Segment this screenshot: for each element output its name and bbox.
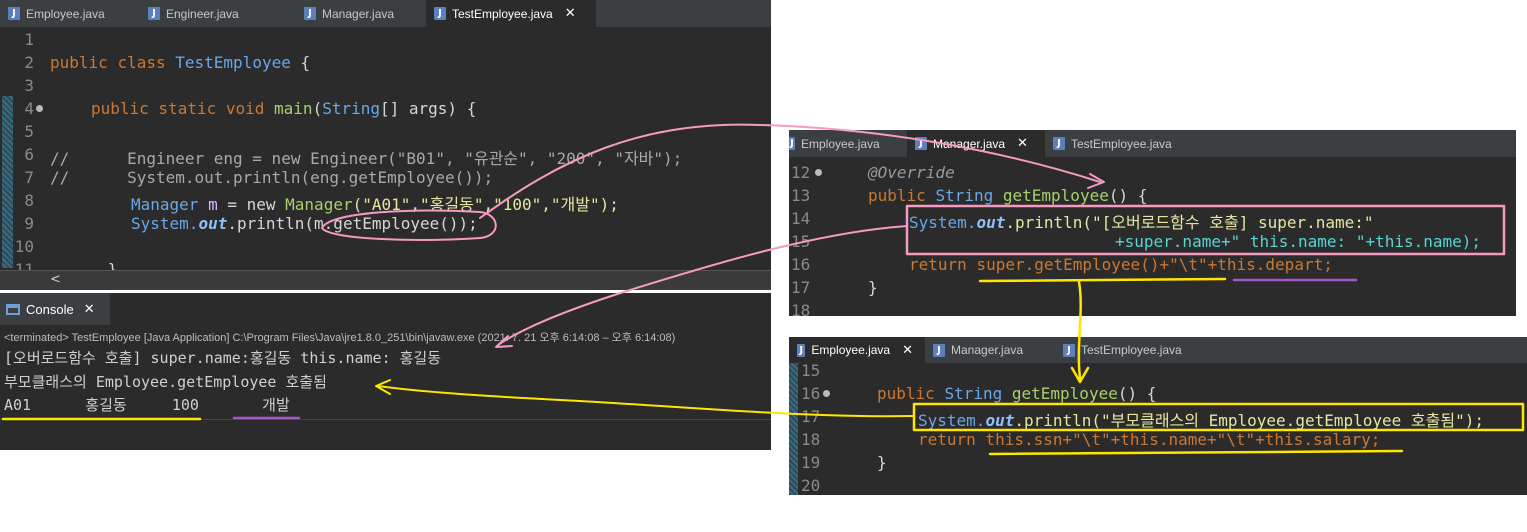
- line-number: 17: [801, 407, 821, 426]
- java-file-icon: J: [148, 7, 160, 20]
- line-number: 1: [24, 30, 34, 49]
- fold-marker-icon[interactable]: [815, 169, 822, 176]
- line-number: 4: [24, 99, 34, 118]
- close-tab-icon[interactable]: ✕: [1017, 136, 1028, 151]
- tab-engineer-java[interactable]: J Engineer.java: [140, 0, 272, 27]
- class-name: TestEmployee: [175, 53, 291, 72]
- line-number: 15: [801, 361, 821, 380]
- line-number: 16: [791, 255, 811, 274]
- line-number: 8: [24, 191, 34, 210]
- tab-label: Manager.java: [951, 343, 1024, 357]
- tab-label: TestEmployee.java: [1071, 136, 1172, 151]
- console-icon: [6, 303, 20, 315]
- java-file-icon: J: [8, 7, 20, 20]
- console-output-line: A01 홍길동 100 개발: [4, 396, 290, 414]
- manager-editor-tabbar: J Employee.java J Manager.java ✕ J TestE…: [789, 130, 1516, 157]
- tab-testemployee-java[interactable]: J TestEmployee.java ✕: [426, 0, 596, 27]
- line-number: 5: [24, 122, 34, 141]
- java-file-icon: J: [915, 137, 927, 150]
- tab-testemployee-java[interactable]: J TestEmployee.java: [1055, 337, 1205, 363]
- employee-editor-panel: J Employee.java ✕ J Manager.java J TestE…: [789, 337, 1527, 495]
- tab-manager-java[interactable]: J Manager.java: [272, 0, 426, 27]
- tab-employee-java[interactable]: J Employee.java: [0, 0, 140, 27]
- comment-line: // Engineer eng = new Engineer("B01", "유…: [50, 149, 683, 168]
- line-number: 12: [791, 163, 811, 182]
- line-number: 3: [24, 76, 34, 95]
- line-number: 18: [801, 430, 821, 449]
- employee-editor-tabbar: J Employee.java ✕ J Manager.java J TestE…: [789, 337, 1527, 363]
- tab-label: TestEmployee.java: [452, 6, 553, 21]
- console-tab[interactable]: Console ✕: [0, 293, 110, 325]
- main-editor-tabbar: J Employee.java J Engineer.java J Manage…: [0, 0, 771, 27]
- tab-label: Manager.java: [933, 136, 1006, 151]
- console-output-line: [오버로드함수 호출] super.name:홍길동 this.name: 홍길…: [4, 349, 442, 367]
- line-number: 19: [801, 453, 821, 472]
- console-divider: [0, 419, 771, 420]
- tab-employee-java[interactable]: J Employee.java: [789, 130, 907, 157]
- console-output-line: 부모클래스의 Employee.getEmployee 호출됨: [4, 373, 327, 391]
- fold-marker-icon[interactable]: [823, 390, 830, 397]
- console-tab-label: Console: [26, 301, 74, 317]
- java-file-icon: J: [304, 7, 316, 20]
- java-file-icon: J: [933, 343, 945, 357]
- line-number: 7: [24, 168, 34, 187]
- java-file-icon: J: [434, 7, 446, 20]
- line-number: 13: [791, 186, 811, 205]
- console-panel: Console ✕ <terminated> TestEmployee [Jav…: [0, 293, 771, 450]
- change-marker-strip: [789, 363, 798, 495]
- annotation-override: @Override: [868, 163, 955, 182]
- tab-label: Employee.java: [811, 343, 891, 357]
- tab-employee-java[interactable]: J Employee.java ✕: [789, 337, 925, 363]
- scroll-left-arrow-icon[interactable]: <: [50, 272, 61, 287]
- line-number: 14: [791, 209, 811, 228]
- line-number: 20: [801, 476, 821, 495]
- line-number: 10: [14, 237, 34, 256]
- tab-label: Employee.java: [26, 6, 105, 21]
- line-number: 18: [791, 301, 811, 316]
- tab-label: TestEmployee.java: [1081, 343, 1182, 357]
- line-number: 17: [791, 278, 811, 297]
- comment-line: // System.out.println(eng.getEmployee())…: [50, 168, 494, 187]
- java-file-icon: J: [1053, 137, 1065, 150]
- tab-manager-java[interactable]: J Manager.java: [925, 337, 1055, 363]
- manager-editor-panel: J Employee.java J Manager.java ✕ J TestE…: [789, 130, 1516, 316]
- line-number: 15: [791, 232, 811, 251]
- tab-label: Engineer.java: [166, 6, 239, 21]
- close-console-icon[interactable]: ✕: [84, 302, 95, 317]
- main-editor-panel: J Employee.java J Engineer.java J Manage…: [0, 0, 771, 290]
- tab-label: Manager.java: [322, 6, 395, 21]
- line-number: 9: [24, 214, 34, 233]
- java-file-icon: J: [1063, 343, 1075, 357]
- java-file-icon: J: [797, 343, 806, 357]
- console-status-line: <terminated> TestEmployee [Java Applicat…: [4, 332, 676, 344]
- tab-testemployee-java[interactable]: J TestEmployee.java: [1045, 130, 1205, 157]
- close-tab-icon[interactable]: ✕: [565, 6, 576, 21]
- close-tab-icon[interactable]: ✕: [902, 343, 913, 358]
- line-number: 2: [24, 53, 34, 72]
- main-code-area: 1 2 public class TestEmployee { 3 4 public…: [0, 27, 771, 279]
- java-file-icon: J: [789, 137, 795, 150]
- line-number: 6: [24, 145, 34, 164]
- tab-manager-java[interactable]: J Manager.java ✕: [907, 130, 1045, 157]
- line-number: 16: [801, 384, 821, 403]
- horizontal-scrollbar[interactable]: <: [0, 270, 771, 290]
- tab-label: Employee.java: [801, 136, 880, 151]
- fold-marker-icon[interactable]: [36, 105, 43, 112]
